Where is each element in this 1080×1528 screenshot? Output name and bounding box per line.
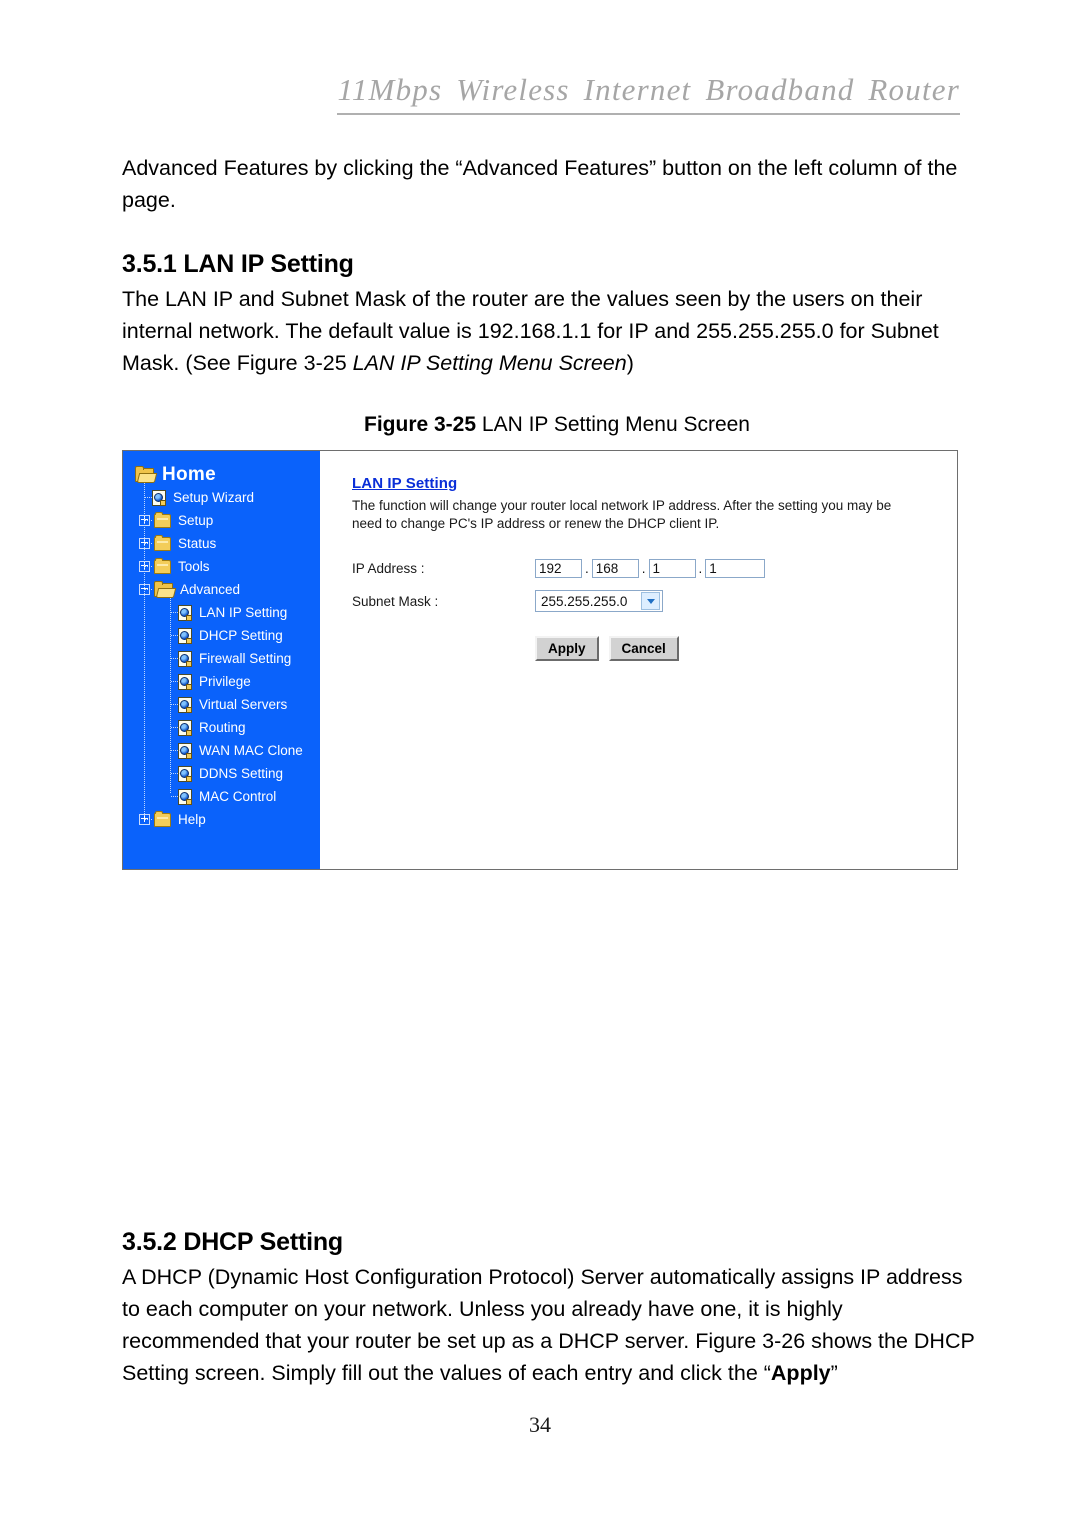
ip-dot-1: .: [585, 561, 589, 576]
nav-tree: Home Setup Wizard Setup Status Tools Advance…: [123, 463, 320, 831]
tree-connector-tick: [171, 773, 181, 774]
nav-item-help-label: Help: [178, 812, 206, 827]
panel-button-row: Apply Cancel: [535, 636, 957, 661]
tree-connector-tick: [171, 704, 181, 705]
section-body-352-part1: A DHCP (Dynamic Host Configuration Proto…: [122, 1265, 975, 1385]
tree-connector-tick: [171, 612, 181, 613]
ip-address-octet-group: . . .: [535, 559, 766, 578]
ip-address-label: IP Address :: [352, 561, 425, 576]
ip-dot-3: .: [698, 561, 703, 576]
section-body-351: The LAN IP and Subnet Mask of the router…: [122, 283, 982, 379]
nav-item-privilege[interactable]: Privilege: [123, 670, 320, 693]
nav-tree-children: Setup Wizard Setup Status Tools Advanced LAN …: [123, 486, 320, 831]
tree-connector-tick: [171, 658, 181, 659]
intro-paragraph: Advanced Features by clicking the “Advan…: [122, 156, 958, 212]
section-body-352: A DHCP (Dynamic Host Configuration Proto…: [122, 1261, 982, 1389]
section-body-351-italic: LAN IP Setting Menu Screen: [352, 351, 627, 375]
chevron-down-icon[interactable]: [641, 592, 660, 610]
nav-item-setup-label: Setup: [178, 513, 214, 528]
subnet-mask-value: 255.255.255.0: [541, 593, 628, 609]
document-title: 11Mbps Wireless Internet Broadband Route…: [337, 72, 960, 115]
nav-item-virtual-servers-label: Virtual Servers: [199, 697, 288, 712]
tree-connector-line: [144, 483, 145, 817]
intro-paragraph-block: Advanced Features by clicking the “Advan…: [122, 152, 982, 216]
section-body-352-part2: ”: [830, 1361, 838, 1385]
nav-item-tools-label: Tools: [178, 559, 210, 574]
figure-caption-label: Figure 3-25: [364, 413, 477, 436]
ip-octet-2[interactable]: [591, 559, 639, 578]
ip-address-row: IP Address : . . .: [352, 559, 957, 578]
tree-connector-tick: [145, 520, 153, 521]
tree-connector-tick: [171, 727, 181, 728]
nav-item-lan-ip-setting[interactable]: LAN IP Setting: [123, 601, 320, 624]
ip-octet-3[interactable]: [648, 559, 696, 578]
tree-connector-tick: [171, 635, 181, 636]
router-main-panel: LAN IP Setting The function will change …: [320, 451, 957, 869]
tree-connector-tick: [145, 566, 153, 567]
folder-icon: [154, 557, 171, 574]
nav-item-mac-control[interactable]: MAC Control: [123, 785, 320, 808]
tree-connector-tick: [145, 589, 153, 590]
tree-connector-tick: [145, 543, 153, 544]
figure-lan-ip-setting-screen: Home Setup Wizard Setup Status Tools Advance…: [122, 450, 958, 870]
nav-item-routing[interactable]: Routing: [123, 716, 320, 739]
ip-octet-1[interactable]: [535, 559, 582, 578]
nav-item-ddns-setting[interactable]: DDNS Setting: [123, 762, 320, 785]
ip-octet-4[interactable]: [705, 559, 766, 578]
router-sidebar-nav: Home Setup Wizard Setup Status Tools Advance…: [123, 451, 320, 869]
cancel-button[interactable]: Cancel: [608, 636, 679, 661]
tree-connector-tick: [171, 750, 181, 751]
section-heading-352: 3.5.2 DHCP Setting: [122, 1228, 343, 1256]
folder-icon: [154, 534, 171, 551]
section-heading-351: 3.5.1 LAN IP Setting: [122, 250, 354, 278]
running-header: 11Mbps Wireless Internet Broadband Route…: [0, 72, 1080, 115]
nav-item-dhcp-setting[interactable]: DHCP Setting: [123, 624, 320, 647]
figure-caption-text: LAN IP Setting Menu Screen: [481, 413, 750, 436]
open-folder-icon: [135, 465, 154, 482]
nav-item-wan-mac-clone-label: WAN MAC Clone: [199, 743, 303, 758]
ip-dot-2: .: [641, 561, 646, 576]
section-body-351-part2: ): [626, 351, 634, 375]
nav-item-lan-ip-setting-label: LAN IP Setting: [199, 605, 288, 620]
page-globe-icon: [152, 489, 166, 506]
section-lan-ip-setting: 3.5.1 LAN IP Setting The LAN IP and Subn…: [122, 250, 982, 379]
panel-description: The function will change your router loc…: [352, 498, 892, 531]
subnet-mask-label: Subnet Mask :: [352, 593, 439, 609]
nav-item-home-label: Home: [162, 463, 216, 485]
subnet-mask-select[interactable]: 255.255.255.0: [535, 590, 663, 612]
nav-item-routing-label: Routing: [199, 720, 246, 735]
nav-item-status-label: Status: [178, 536, 217, 551]
section-body-352-bold: Apply: [770, 1361, 831, 1385]
section-dhcp-setting: 3.5.2 DHCP Setting A DHCP (Dynamic Host …: [122, 1228, 982, 1389]
nav-item-virtual-servers[interactable]: Virtual Servers: [123, 693, 320, 716]
tree-connector-tick: [171, 681, 181, 682]
page-number: 34: [529, 1412, 551, 1437]
nav-item-privilege-label: Privilege: [199, 674, 251, 689]
nav-item-ddns-setting-label: DDNS Setting: [199, 766, 284, 781]
nav-item-wan-mac-clone[interactable]: WAN MAC Clone: [123, 739, 320, 762]
folder-icon: [154, 511, 171, 528]
nav-item-dhcp-setting-label: DHCP Setting: [199, 628, 283, 643]
panel-title: LAN IP Setting: [352, 475, 458, 492]
apply-button[interactable]: Apply: [535, 636, 599, 661]
nav-item-home[interactable]: Home: [123, 463, 320, 486]
nav-item-firewall-setting-label: Firewall Setting: [199, 651, 292, 666]
nav-item-advanced-label: Advanced: [180, 582, 241, 597]
figure-caption: Figure 3-25 LAN IP Setting Menu Screen: [364, 413, 750, 437]
tree-connector-tick: [145, 819, 153, 820]
tree-connector-line-sub: [170, 598, 171, 794]
nav-item-firewall-setting[interactable]: Firewall Setting: [123, 647, 320, 670]
nav-item-setup-wizard-label: Setup Wizard: [173, 490, 255, 505]
tree-connector-tick: [145, 497, 153, 498]
subnet-mask-row: Subnet Mask : 255.255.255.0: [352, 590, 957, 612]
folder-icon: [154, 810, 171, 827]
tree-connector-tick: [171, 796, 181, 797]
nav-item-mac-control-label: MAC Control: [199, 789, 277, 804]
open-folder-icon: [154, 580, 173, 597]
